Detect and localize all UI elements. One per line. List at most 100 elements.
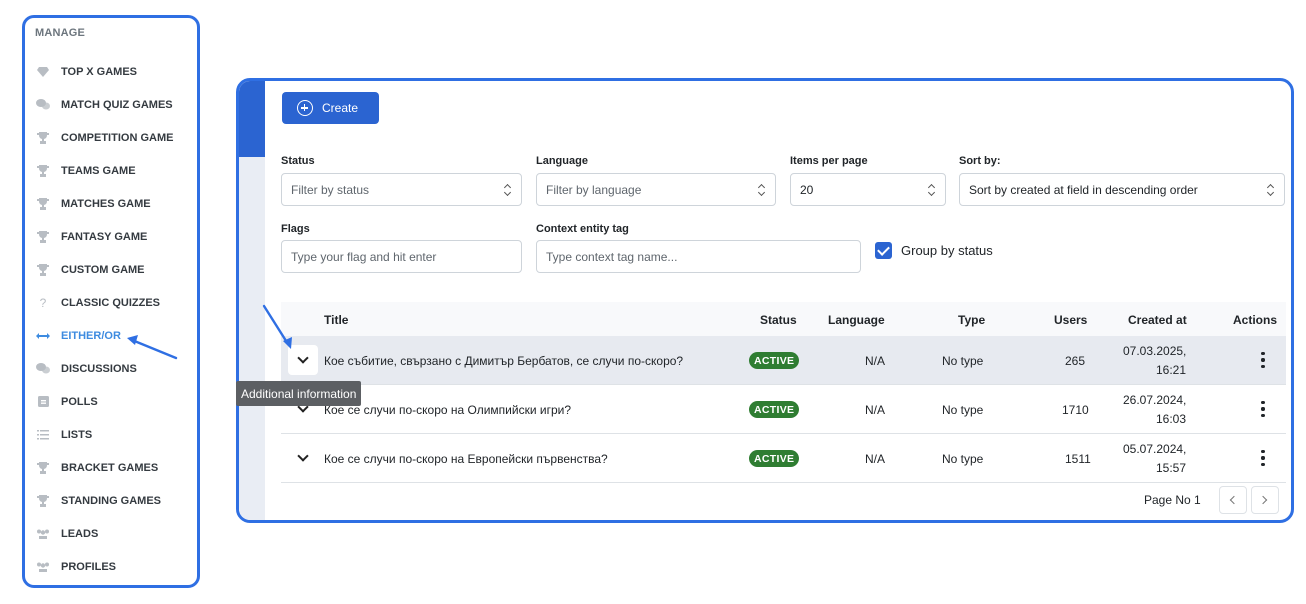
trophy-icon <box>36 164 50 178</box>
status-badge: ACTIVE <box>749 352 800 369</box>
people-icon <box>36 527 50 541</box>
select-chevron-icon <box>504 183 512 197</box>
sidebar-item-discussions[interactable]: DISCUSSIONS <box>25 352 197 385</box>
poll-box-icon <box>36 395 50 409</box>
flags-input[interactable]: Type your flag and hit enter <box>281 240 522 273</box>
sidebar-item-label: STANDING GAMES <box>61 494 162 507</box>
sidebar-item-label: COMPETITION GAME <box>61 131 174 144</box>
chat-bubbles-icon <box>36 362 50 376</box>
language-select[interactable]: Filter by language <box>536 173 776 206</box>
sidebar-item-label: BRACKET GAMES <box>61 461 159 474</box>
sidebar-item-match-quiz-games[interactable]: MATCH QUIZ GAMES <box>25 88 197 121</box>
trophy-icon <box>36 230 50 244</box>
sidebar-item-either-or[interactable]: EITHER/OR <box>25 319 197 352</box>
context-tag-input-placeholder: Type context tag name... <box>546 249 678 264</box>
sidebar-item-leads[interactable]: LEADS <box>25 517 197 550</box>
context-tag-label: Context entity tag <box>536 223 629 235</box>
row-created-time: 15:57 <box>1156 461 1187 475</box>
column-header-type[interactable]: Type <box>958 313 985 327</box>
page-number-text: Page No 1 <box>1144 493 1201 507</box>
trophy-icon <box>36 197 50 211</box>
people-icon <box>36 560 50 574</box>
flags-label: Flags <box>281 223 310 235</box>
items-per-page-label: Items per page <box>790 155 868 167</box>
sidebar-item-classic-quizzes[interactable]: ? CLASSIC QUIZZES <box>25 286 197 319</box>
language-select-placeholder: Filter by language <box>546 182 642 197</box>
sidebar-item-lists[interactable]: LISTS <box>25 418 197 451</box>
sidebar-item-teams-game[interactable]: TEAMS GAME <box>25 154 197 187</box>
main-panel: Create Status Filter by status Language … <box>236 78 1294 523</box>
previous-page-button[interactable] <box>1218 486 1247 514</box>
column-header-status[interactable]: Status <box>760 313 797 327</box>
tooltip: Additional information <box>236 381 362 406</box>
row-created-time: 16:21 <box>1156 363 1187 377</box>
group-by-status-checkbox[interactable] <box>875 242 892 259</box>
chat-bubbles-icon <box>36 98 50 112</box>
flags-input-placeholder: Type your flag and hit enter <box>291 249 437 264</box>
group-by-status-toggle[interactable]: Group by status <box>875 242 993 259</box>
chevron-down-icon <box>297 450 309 462</box>
context-tag-input[interactable]: Type context tag name... <box>536 240 861 273</box>
group-by-status-label: Group by status <box>901 243 993 258</box>
sidebar-item-label: CLASSIC QUIZZES <box>61 296 161 309</box>
row-type: No type <box>942 452 984 466</box>
trophy-icon <box>36 263 50 277</box>
sort-by-select[interactable]: Sort by created at field in descending o… <box>959 173 1285 206</box>
sidebar-item-label: LEADS <box>61 527 99 540</box>
plus-circle-icon <box>297 100 313 116</box>
table-row[interactable]: Кое се случи по-скоро на Олимпийски игри… <box>281 385 1286 434</box>
trophy-icon <box>36 494 50 508</box>
row-language: N/A <box>865 403 886 417</box>
sidebar-item-label: EITHER/OR <box>61 329 121 342</box>
sidebar-item-profiles[interactable]: PROFILES <box>25 550 197 583</box>
sidebar-item-top-x-games[interactable]: TOP X GAMES <box>25 55 197 88</box>
sidebar-item-standing-games[interactable]: STANDING GAMES <box>25 484 197 517</box>
chevron-right-icon <box>1258 495 1268 505</box>
language-filter-label: Language <box>536 155 588 167</box>
sort-by-label: Sort by: <box>959 155 1001 167</box>
expand-row-button[interactable] <box>288 443 318 473</box>
sidebar-item-custom-game[interactable]: CUSTOM GAME <box>25 253 197 286</box>
create-button[interactable]: Create <box>282 92 379 124</box>
row-title[interactable]: Кое се случи по-скоро на Европейски първ… <box>324 452 608 466</box>
status-badge: ACTIVE <box>749 401 800 418</box>
chevron-down-icon <box>297 352 309 364</box>
status-select[interactable]: Filter by status <box>281 173 522 206</box>
column-header-language[interactable]: Language <box>828 313 885 327</box>
select-chevron-icon <box>758 183 766 197</box>
row-type: No type <box>942 354 984 368</box>
select-chevron-icon <box>1267 183 1275 197</box>
row-users: 1710 <box>1062 403 1089 417</box>
table-row[interactable]: Кое се случи по-скоро на Европейски първ… <box>281 434 1286 483</box>
sidebar-item-label: POLLS <box>61 395 98 408</box>
sidebar-item-label: TOP X GAMES <box>61 65 138 78</box>
sidebar-item-polls[interactable]: POLLS <box>25 385 197 418</box>
sidebar-item-fantasy-game[interactable]: FANTASY GAME <box>25 220 197 253</box>
row-title[interactable]: Кое събитие, свързано с Димитър Бербатов… <box>324 354 683 368</box>
sidebar-item-label: PROFILES <box>61 560 117 573</box>
row-language: N/A <box>865 452 886 466</box>
sidebar-item-matches-game[interactable]: MATCHES GAME <box>25 187 197 220</box>
sidebar-item-label: MATCH QUIZ GAMES <box>61 98 173 111</box>
sidebar-item-competition-game[interactable]: COMPETITION GAME <box>25 121 197 154</box>
double-arrow-icon <box>36 329 50 343</box>
items-per-page-select[interactable]: 20 <box>790 173 946 206</box>
row-actions-menu-icon[interactable] <box>1257 350 1269 370</box>
next-page-button[interactable] <box>1250 486 1279 514</box>
row-title[interactable]: Кое се случи по-скоро на Олимпийски игри… <box>324 403 571 417</box>
sidebar: MANAGE TOP X GAMES MATCH QUIZ GAMES COMP… <box>22 15 200 588</box>
sidebar-item-label: CUSTOM GAME <box>61 263 145 276</box>
status-select-placeholder: Filter by status <box>291 182 370 197</box>
select-chevron-icon <box>928 183 936 197</box>
row-actions-menu-icon[interactable] <box>1257 448 1269 468</box>
column-header-created-at[interactable]: Created at <box>1128 313 1187 327</box>
row-actions-menu-icon[interactable] <box>1257 399 1269 419</box>
trophy-icon <box>36 131 50 145</box>
sidebar-item-bracket-games[interactable]: BRACKET GAMES <box>25 451 197 484</box>
column-header-title[interactable]: Title <box>324 313 348 327</box>
expand-row-button[interactable] <box>288 345 318 375</box>
panel-side-strip-accent <box>239 81 265 157</box>
status-badge: ACTIVE <box>749 450 800 467</box>
table-row[interactable]: Кое събитие, свързано с Димитър Бербатов… <box>281 336 1286 385</box>
column-header-users[interactable]: Users <box>1054 313 1087 327</box>
